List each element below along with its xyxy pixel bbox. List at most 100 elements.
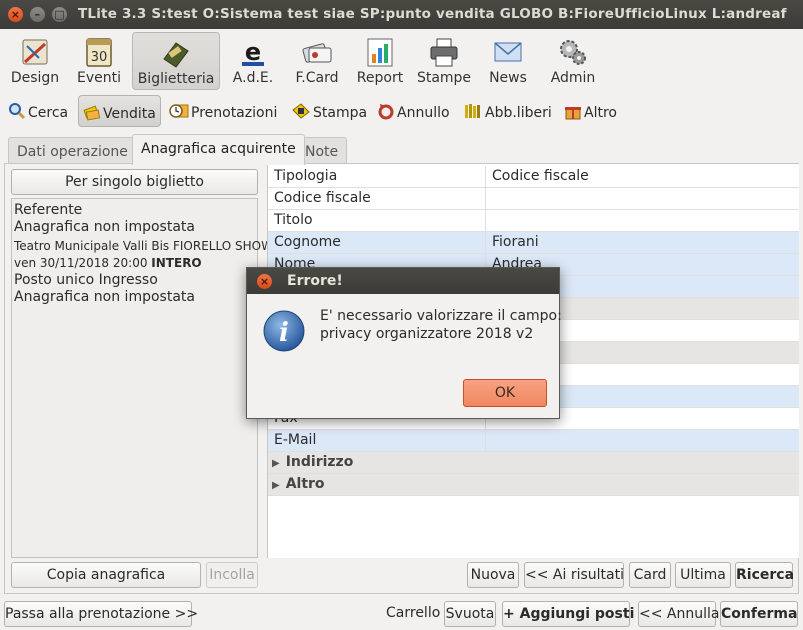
nuova-button[interactable]: Nuova (467, 562, 519, 588)
grid-section-indirizzo[interactable]: ▶ Indirizzo (268, 452, 799, 474)
calendar-badge: 30 (91, 50, 108, 65)
window-close-button[interactable]: × (8, 7, 23, 22)
svg-text:e: e (245, 38, 261, 66)
window-minimize-button[interactable]: – (30, 7, 45, 22)
card-button[interactable]: Card (629, 562, 671, 588)
grid-row-cognome[interactable]: Cognome Fiorani (268, 232, 799, 254)
action-abbliberi-button[interactable]: Abb.liberi (463, 96, 552, 126)
toolbar-biglietteria-label: Biglietteria (137, 71, 215, 87)
toolbar-admin-button[interactable]: Admin (544, 32, 602, 90)
toolbar-design-label: Design (10, 70, 60, 86)
toolbar-stampe-label: Stampe (416, 70, 472, 86)
grid-value[interactable]: Codice fiscale (486, 166, 799, 188)
grid-row-email[interactable]: E-Mail (268, 430, 799, 452)
grid-value[interactable] (486, 210, 799, 232)
grid-row-tipologia[interactable]: Tipologia Codice fiscale (268, 166, 799, 188)
window-titlebar: × – □ TLite 3.3 S:test O:Sistema test si… (0, 0, 803, 29)
toolbar-design-button[interactable]: Design (6, 32, 64, 90)
action-altro-label: Altro (584, 105, 617, 121)
section-label: Altro (285, 476, 325, 492)
action-annullo-button[interactable]: Annullo (377, 96, 450, 126)
action-prenotazioni-button[interactable]: Prenotazioni (169, 96, 277, 126)
main-toolbar: Design 30 Eventi Biglietteria e A.d.E. F… (0, 29, 803, 91)
toolbar-report-button[interactable]: Report (354, 32, 406, 90)
carrello-label: Carrello (386, 605, 441, 621)
action-annullo-label: Annullo (397, 105, 450, 121)
design-icon (22, 39, 48, 65)
toolbar-fcard-button[interactable]: F.Card (290, 32, 344, 90)
expand-arrow-icon[interactable]: ▶ (272, 458, 280, 469)
ultima-button[interactable]: Ultima (675, 562, 731, 588)
toolbar-eventi-button[interactable]: 30 Eventi (72, 32, 126, 90)
action-vendita-button[interactable]: Vendita (78, 95, 161, 127)
grid-row-codice-fiscale[interactable]: Codice fiscale (268, 188, 799, 210)
dialog-close-button[interactable]: × (257, 274, 272, 289)
svuota-button[interactable]: Svuota (444, 601, 496, 627)
dialog-titlebar: × Errore! (247, 268, 559, 294)
expand-arrow-icon[interactable]: ▶ (272, 480, 280, 491)
toolbar-eventi-label: Eventi (77, 70, 121, 86)
toolbar-ade-label: A.d.E. (232, 70, 274, 86)
incolla-button[interactable]: Incolla (206, 562, 258, 588)
stamp-icon (292, 103, 310, 119)
action-bar: Cerca Vendita Prenotazioni Stampa Annull… (0, 94, 803, 128)
tickets-icon (83, 105, 101, 121)
ricerca-button[interactable]: Ricerca (735, 562, 794, 588)
info-glyph: i (279, 318, 289, 348)
ok-button[interactable]: OK (463, 379, 547, 407)
action-stampa-label: Stampa (313, 105, 368, 121)
tab-dati-operazione[interactable]: Dati operazione (8, 137, 137, 164)
dialog-message-line2: privacy organizzatore 2018 v2 (320, 326, 534, 342)
card-icon (302, 43, 332, 63)
action-cerca-button[interactable]: Cerca (8, 96, 68, 126)
grid-label: Codice fiscale (268, 188, 486, 210)
passa-prenotazione-button[interactable]: Passa alla prenotazione >> (4, 601, 198, 627)
action-stampa-button[interactable]: Stampa (291, 96, 367, 126)
window-title: TLite 3.3 S:test O:Sistema test siae SP:… (78, 6, 787, 22)
toolbar-ade-button[interactable]: e A.d.E. (228, 32, 278, 90)
undo-icon (378, 104, 394, 120)
ticket-type: INTERO (151, 256, 202, 270)
toolbar-news-label: News (489, 70, 527, 86)
toolbar-stampe-button[interactable]: Stampe (416, 32, 472, 90)
conferma-button[interactable]: Conferma (720, 601, 798, 627)
report-chart-icon (367, 38, 393, 67)
event-name: Teatro Municipale Valli Bis FIORELLO SHO… (14, 239, 273, 253)
copia-anagrafica-button[interactable]: Copia anagrafica (11, 562, 201, 588)
event-date: ven 30/11/2018 20:00 (14, 256, 148, 270)
toolbar-biglietteria-button[interactable]: Biglietteria (132, 32, 220, 90)
dialog-message-line1: E' necessario valorizzare il campo: (320, 308, 562, 324)
action-prenotazioni-label: Prenotazioni (191, 105, 278, 121)
grid-label: E-Mail (268, 430, 486, 452)
window-maximize-button[interactable]: □ (52, 7, 67, 22)
bottom-bar: Passa alla prenotazione >> Carrello Svuo… (0, 598, 803, 630)
magnifier-icon (9, 103, 26, 120)
action-altro-button[interactable]: Altro (564, 96, 617, 126)
annulla-button[interactable]: << Annulla (638, 601, 719, 627)
grid-value[interactable] (486, 430, 799, 452)
gears-icon (560, 40, 586, 65)
action-vendita-label: Vendita (103, 106, 156, 122)
ade-e-icon: e (242, 38, 264, 66)
section-label: Indirizzo (285, 454, 354, 470)
toolbar-report-label: Report (356, 70, 404, 86)
calendar-icon: 30 (86, 38, 112, 67)
tab-anagrafica-acquirente[interactable]: Anagrafica acquirente (132, 134, 305, 165)
referente-label: Referente (14, 202, 83, 218)
grid-value[interactable] (486, 188, 799, 210)
seat-info: Posto unico Ingresso (14, 272, 158, 288)
clock-ticket-icon (169, 104, 189, 118)
grid-section-altro[interactable]: ▶ Altro (268, 474, 799, 496)
printer-icon (430, 38, 458, 67)
envelope-icon (494, 42, 522, 62)
grid-label: Titolo (268, 210, 486, 232)
aggiungi-posti-button[interactable]: + Aggiungi posti (502, 601, 634, 627)
ai-risultati-button[interactable]: << Ai risultati (524, 562, 624, 588)
grid-label: Cognome (268, 232, 486, 254)
toolbar-news-button[interactable]: News (484, 32, 532, 90)
grid-row-titolo[interactable]: Titolo (268, 210, 799, 232)
per-singolo-biglietto-button[interactable]: Per singolo biglietto (11, 169, 258, 195)
seat-anagrafica: Anagrafica non impostata (14, 289, 195, 305)
grid-value[interactable]: Fiorani (486, 232, 799, 254)
grid-label: Tipologia (268, 166, 486, 188)
